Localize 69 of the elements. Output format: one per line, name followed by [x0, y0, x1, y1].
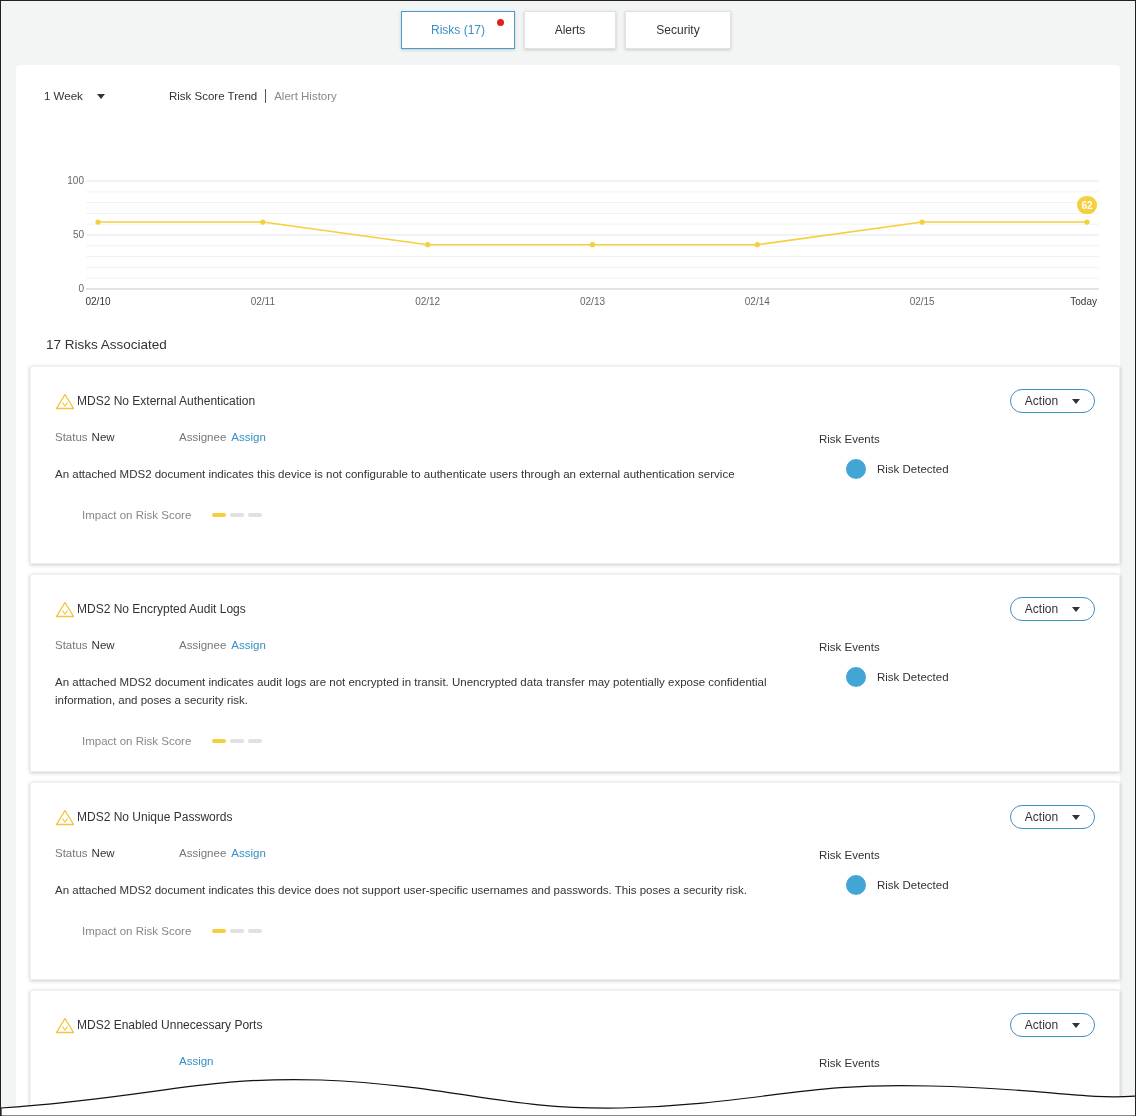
caret-icon	[1072, 606, 1081, 612]
x-tick-label: 02/10	[85, 296, 111, 307]
data-point	[425, 242, 431, 248]
action-button[interactable]: Action	[1010, 389, 1095, 413]
event-label: Risk Detected	[877, 879, 949, 891]
action-button[interactable]: Action	[1010, 597, 1095, 621]
assign-link[interactable]: Assign	[231, 847, 266, 859]
status-label: Status	[55, 639, 88, 651]
data-point	[919, 219, 925, 225]
warning-icon	[55, 600, 75, 618]
y-tick-label: 100	[67, 175, 84, 186]
caret-icon	[1072, 398, 1081, 404]
warning-icon	[55, 808, 75, 826]
data-point	[1084, 219, 1090, 225]
view-link[interactable]: Alert History	[274, 90, 337, 102]
y-tick-label: 50	[72, 229, 84, 240]
tab[interactable]: Security	[625, 11, 731, 49]
status-value: New	[91, 431, 115, 443]
x-tick-label: 02/14	[744, 296, 770, 307]
risk-title: MDS2 No External Authentication	[77, 394, 256, 408]
period-dropdown[interactable]: 1 Week	[44, 90, 169, 102]
assignee-label: Assignee	[179, 639, 227, 651]
risks-heading: 17 Risks Associated	[46, 337, 168, 352]
impact-label: Impact on Risk Score	[82, 509, 192, 521]
status-label: Status	[55, 847, 88, 859]
x-tick-label: 02/13	[580, 296, 605, 307]
risk-events-label: Risk Events	[819, 641, 881, 653]
action-button[interactable]: Action	[1010, 805, 1095, 829]
risk-events-label: Risk Events	[819, 1057, 880, 1069]
status-value: New	[91, 639, 115, 651]
risk-description: An attached MDS2 document indicates audit logs are not encrypted in transit. Unencrypted data transfer may potentially expose confidential information, and poses a security risk.	[55, 675, 768, 708]
warning-icon	[55, 392, 75, 410]
x-tick-label: 02/11	[250, 296, 275, 307]
view-link[interactable]: Risk Score Trend	[169, 90, 258, 102]
y-tick-label: 0	[78, 283, 84, 294]
event-label: Risk Detected	[877, 671, 949, 683]
score-badge: 62	[1077, 196, 1097, 215]
risk-title: MDS2 No Encrypted Audit Logs	[77, 602, 246, 616]
data-point	[95, 219, 101, 225]
risk-events-label: Risk Events	[819, 433, 881, 445]
assignee-label: Assignee	[179, 431, 227, 443]
tab[interactable]: Alerts	[524, 11, 616, 49]
x-tick-label: 02/12	[415, 296, 441, 307]
tab[interactable]: Risks (17)	[401, 11, 515, 49]
x-tick-label: Today	[1070, 296, 1097, 307]
impact-label: Impact on Risk Score	[82, 735, 192, 747]
risk-description: An attached MDS2 document indicates this device is not configurable to authenticate users through an external authentication service	[55, 467, 736, 482]
caret-icon	[1072, 814, 1081, 820]
assign-link[interactable]: Assign	[231, 431, 266, 443]
assignee-label: Assignee	[179, 847, 227, 859]
x-tick-label: 02/15	[909, 296, 935, 307]
risk-title: MDS2 Enabled Unnecessary Ports	[77, 1018, 263, 1032]
data-point	[754, 242, 760, 248]
annotation: 62	[1081, 199, 1093, 211]
caret-icon	[1072, 1022, 1081, 1028]
event-label: Risk Detected	[877, 463, 949, 475]
caret-icon	[96, 93, 105, 99]
risk-events-label: Risk Events	[819, 849, 881, 861]
data-point	[260, 219, 266, 225]
status-value: New	[91, 847, 115, 859]
action-button[interactable]: Action	[1010, 1013, 1095, 1037]
assign-link[interactable]: Assign	[179, 1055, 214, 1067]
impact-label: Impact on Risk Score	[82, 925, 192, 937]
risk-title: MDS2 No Unique Passwords	[77, 810, 233, 824]
risk-description: An attached MDS2 document indicates this device does not support user-specific usernames and passwords. This poses a security risk.	[55, 883, 749, 898]
warning-icon	[55, 1016, 75, 1034]
status-label: Status	[55, 431, 88, 443]
assign-link[interactable]: Assign	[231, 639, 266, 651]
data-point	[589, 242, 596, 248]
